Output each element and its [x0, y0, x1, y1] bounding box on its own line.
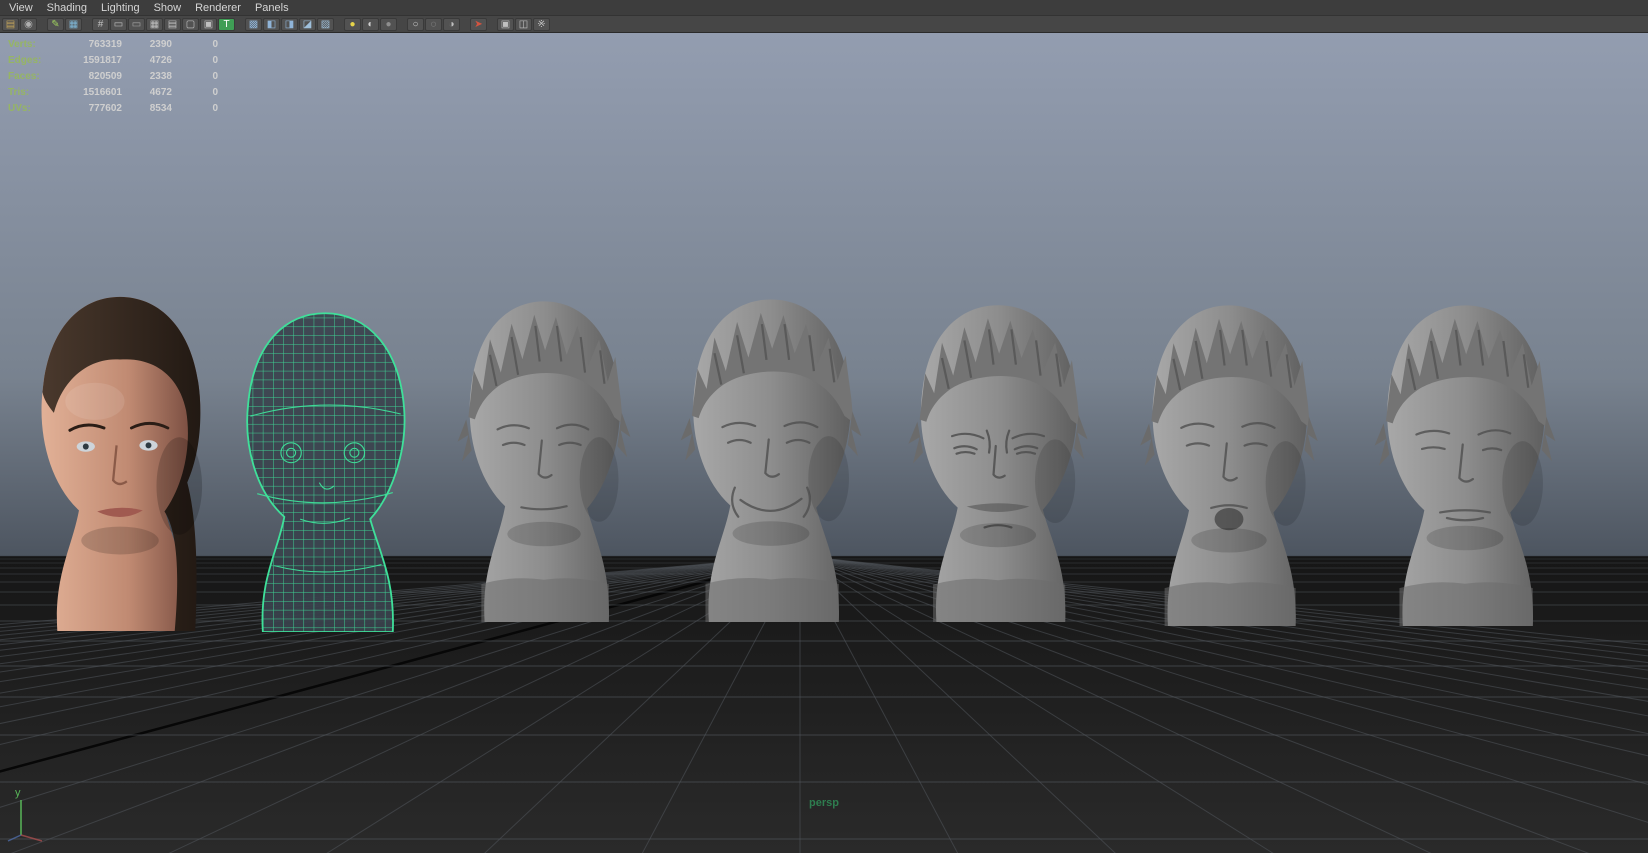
- hud-value: 4726: [122, 53, 172, 69]
- field-chart-icon[interactable]: ▤: [164, 18, 181, 31]
- menu-show[interactable]: Show: [147, 0, 189, 16]
- panel-toolbar: ▤◉✎▦#▭▭▦▤▢▣T▩◧◨◪▨●◐●○◌◑➤▣◫※: [0, 16, 1648, 33]
- share-screenshot-icon[interactable]: ※: [533, 18, 550, 31]
- menu-lighting[interactable]: Lighting: [94, 0, 147, 16]
- hud-row-label: Faces:: [8, 69, 66, 85]
- snapshot-icon[interactable]: ▣: [497, 18, 514, 31]
- hud-value: 1516601: [66, 85, 122, 101]
- hud-value: 0: [172, 101, 218, 117]
- hud-value: 2338: [122, 69, 172, 85]
- camera-bookmark-icon[interactable]: ▦: [65, 18, 82, 31]
- hud-value: 2390: [122, 37, 172, 53]
- sequence-icon[interactable]: ◫: [515, 18, 532, 31]
- menu-view[interactable]: View: [2, 0, 40, 16]
- menu-shading[interactable]: Shading: [40, 0, 94, 16]
- safe-title-icon[interactable]: ▣: [200, 18, 217, 31]
- model-textured-head[interactable]: [6, 283, 234, 631]
- wireframe-on-shaded-icon[interactable]: ◨: [281, 18, 298, 31]
- model-wireframe-head[interactable]: [212, 300, 438, 632]
- use-all-lights-icon[interactable]: ●: [344, 18, 361, 31]
- safe-action-icon[interactable]: ▢: [182, 18, 199, 31]
- hud-row-label: Tris:: [8, 85, 66, 101]
- wireframe-icon[interactable]: ▩: [245, 18, 262, 31]
- grid-icon[interactable]: #: [92, 18, 109, 31]
- shaded-icon[interactable]: ◧: [263, 18, 280, 31]
- poly-count-hud: Verts: 763319 2390 0 Edges: 1591817 4726…: [8, 37, 218, 117]
- world-axis-indicator: y: [6, 785, 58, 843]
- viewport-persp[interactable]: Verts: 763319 2390 0 Edges: 1591817 4726…: [0, 33, 1648, 853]
- hud-value: 0: [172, 37, 218, 53]
- camera-name-label: persp: [809, 797, 839, 809]
- gate-mask-icon[interactable]: ▦: [146, 18, 163, 31]
- maya-viewport-panel: View Shading Lighting Show Renderer Pane…: [0, 0, 1648, 853]
- panel-menu-icon[interactable]: ▤: [2, 18, 19, 31]
- hud-value: 0: [172, 53, 218, 69]
- model-scan-head-grimace[interactable]: [886, 292, 1110, 622]
- flat-lighting-icon[interactable]: ◌: [425, 18, 442, 31]
- grease-pencil-icon[interactable]: ✎: [47, 18, 64, 31]
- hud-value: 820509: [66, 69, 122, 85]
- model-scan-head-smile[interactable]: [658, 286, 884, 622]
- isolate-select-icon[interactable]: ➤: [470, 18, 487, 31]
- toolbar-icon-strip: ▤◉✎▦#▭▭▦▤▢▣T▩◧◨◪▨●◐●○◌◑➤▣◫※: [2, 18, 560, 31]
- textured-view-icon[interactable]: T: [218, 18, 235, 31]
- ambient-occlusion-icon[interactable]: ●: [380, 18, 397, 31]
- default-lighting-icon[interactable]: ○: [407, 18, 424, 31]
- two-sided-lighting-icon[interactable]: ◑: [443, 18, 460, 31]
- model-scan-head-squint[interactable]: [1352, 292, 1578, 626]
- hud-value: 0: [172, 69, 218, 85]
- panel-menu-bar: View Shading Lighting Show Renderer Pane…: [0, 0, 1648, 16]
- hud-value: 763319: [66, 37, 122, 53]
- menu-renderer[interactable]: Renderer: [188, 0, 248, 16]
- shadows-icon[interactable]: ◐: [362, 18, 379, 31]
- xray-icon[interactable]: ◪: [299, 18, 316, 31]
- hud-row-label: UVs:: [8, 101, 66, 117]
- menu-panels[interactable]: Panels: [248, 0, 296, 16]
- hud-value: 0: [172, 85, 218, 101]
- resolution-gate-icon[interactable]: ▭: [128, 18, 145, 31]
- model-scan-head-neutral[interactable]: [436, 288, 652, 622]
- checker-icon[interactable]: ▨: [317, 18, 334, 31]
- axis-y-label: y: [15, 787, 21, 799]
- hud-value: 1591817: [66, 53, 122, 69]
- hud-value: 8534: [122, 101, 172, 117]
- hud-value: 777602: [66, 101, 122, 117]
- hud-row-label: Edges:: [8, 53, 66, 69]
- hud-value: 4672: [122, 85, 172, 101]
- hud-row-label: Verts:: [8, 37, 66, 53]
- film-gate-icon[interactable]: ▭: [110, 18, 127, 31]
- pin-panel-icon[interactable]: ◉: [20, 18, 37, 31]
- model-scan-head-open-mouth[interactable]: [1118, 292, 1340, 626]
